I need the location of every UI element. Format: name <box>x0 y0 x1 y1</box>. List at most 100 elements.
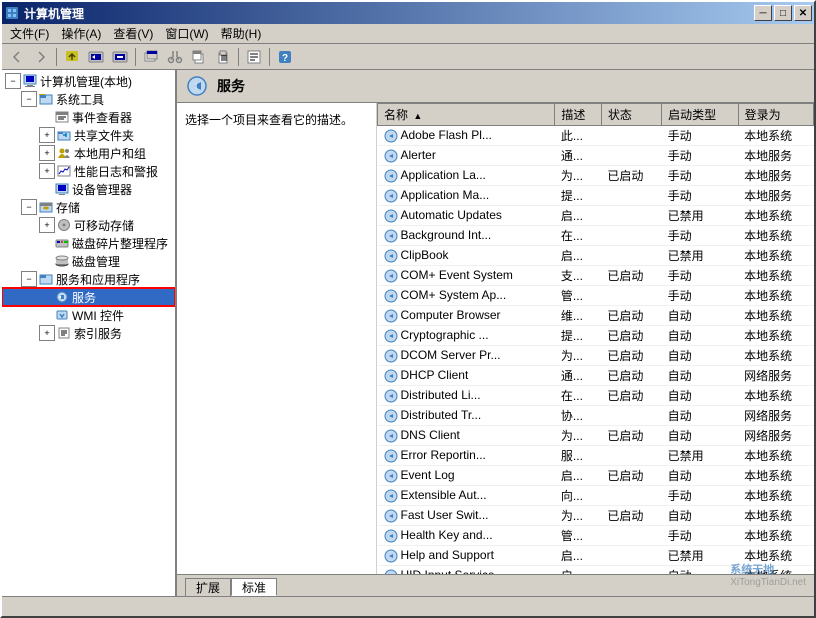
tree-root[interactable]: 计算机管理(本地) <box>2 72 175 90</box>
menu-help[interactable]: 帮助(H) <box>215 23 268 44</box>
menu-view[interactable]: 查看(V) <box>107 23 159 44</box>
copy-button[interactable] <box>188 46 210 68</box>
tree-shared-folders[interactable]: 共享文件夹 <box>2 126 175 144</box>
tree-wmi[interactable]: WMI 控件 <box>2 306 175 324</box>
col-startup[interactable]: 启动类型 <box>662 104 739 126</box>
tree-root-expander[interactable] <box>5 73 21 89</box>
service-logon-cell: 本地服务 <box>738 146 813 166</box>
col-name[interactable]: 名称 ▲ <box>378 104 555 126</box>
table-row[interactable]: Cryptographic ...提...已启动自动本地系统 <box>378 326 814 346</box>
services-apps-expander[interactable] <box>21 271 37 287</box>
table-row[interactable]: Computer Browser维...已启动自动本地系统 <box>378 306 814 326</box>
tree-removable-storage[interactable]: 可移动存储 <box>2 216 175 234</box>
tree-event-viewer[interactable]: 事件查看器 <box>2 108 175 126</box>
title-bar: 计算机管理 ─ □ ✕ <box>2 2 814 24</box>
service-status-cell <box>601 446 661 466</box>
table-row[interactable]: Health Key and...管...手动本地系统 <box>378 526 814 546</box>
tree-services[interactable]: 服务 <box>2 288 175 306</box>
table-row[interactable]: Distributed Li...在...已启动自动本地系统 <box>378 386 814 406</box>
paste-button[interactable] <box>212 46 234 68</box>
service-logon-cell: 网络服务 <box>738 406 813 426</box>
service-icon <box>384 509 398 523</box>
close-button[interactable]: ✕ <box>794 5 812 21</box>
window-title: 计算机管理 <box>24 5 84 22</box>
table-row[interactable]: Application Ma...提...手动本地服务 <box>378 186 814 206</box>
service-icon <box>384 549 398 563</box>
toolbar-sep-4 <box>269 48 270 66</box>
service-startup-cell: 自动 <box>662 406 739 426</box>
services-panel[interactable]: 名称 ▲ 描述 状态 启动类型 <box>377 103 814 574</box>
new-window-button[interactable] <box>140 46 162 68</box>
table-row[interactable]: Extensible Aut...向...手动本地系统 <box>378 486 814 506</box>
window-icon <box>4 5 20 21</box>
service-status-cell: 已启动 <box>601 326 661 346</box>
tree-index-services[interactable]: 索引服务 <box>2 324 175 342</box>
up-button[interactable] <box>61 46 83 68</box>
table-row[interactable]: DHCP Client通...已启动自动网络服务 <box>378 366 814 386</box>
menu-window[interactable]: 窗口(W) <box>159 23 214 44</box>
tab-extended[interactable]: 扩展 <box>185 578 231 596</box>
tree-local-users[interactable]: 本地用户和组 <box>2 144 175 162</box>
shared-folders-expander[interactable] <box>39 127 55 143</box>
table-row[interactable]: Distributed Tr...协...自动网络服务 <box>378 406 814 426</box>
service-startup-cell: 自动 <box>662 566 739 575</box>
menu-action[interactable]: 操作(A) <box>55 23 107 44</box>
service-icon <box>384 389 398 403</box>
system-tools-expander[interactable] <box>21 91 37 107</box>
removable-storage-label: 可移动存储 <box>74 217 134 234</box>
cut-button[interactable] <box>164 46 186 68</box>
tab-standard[interactable]: 标准 <box>231 578 277 596</box>
table-row[interactable]: Adobe Flash Pl...此...手动本地系统 <box>378 126 814 146</box>
forward-button[interactable] <box>30 46 52 68</box>
local-users-expander[interactable] <box>39 145 55 161</box>
table-row[interactable]: COM+ Event System支...已启动手动本地系统 <box>378 266 814 286</box>
minimize-button[interactable]: ─ <box>754 5 772 21</box>
tree-services-apps[interactable]: 服务和应用程序 <box>2 270 175 288</box>
maximize-button[interactable]: □ <box>774 5 792 21</box>
table-row[interactable]: COM+ System Ap...管...手动本地系统 <box>378 286 814 306</box>
tree-storage[interactable]: 存储 <box>2 198 175 216</box>
col-logon[interactable]: 登录为 <box>738 104 813 126</box>
table-row[interactable]: DNS Client为...已启动自动网络服务 <box>378 426 814 446</box>
service-status-cell: 已启动 <box>601 346 661 366</box>
properties-button[interactable] <box>243 46 265 68</box>
help-button[interactable]: ? <box>274 46 296 68</box>
tree-system-tools[interactable]: 系统工具 <box>2 90 175 108</box>
table-row[interactable]: HID Input Service启...自动本地系统 <box>378 566 814 575</box>
show-hide-console-button[interactable] <box>85 46 107 68</box>
perf-logs-expander[interactable] <box>39 163 55 179</box>
table-row[interactable]: Event Log启...已启动自动本地系统 <box>378 466 814 486</box>
service-logon-cell: 本地系统 <box>738 326 813 346</box>
back-button[interactable] <box>6 46 28 68</box>
table-row[interactable]: Application La...为...已启动手动本地服务 <box>378 166 814 186</box>
service-desc-cell: 提... <box>555 326 601 346</box>
col-desc[interactable]: 描述 <box>555 104 601 126</box>
tree-disk-defrag[interactable]: 磁盘碎片整理程序 <box>2 234 175 252</box>
service-desc-cell: 提... <box>555 186 601 206</box>
console-button[interactable] <box>109 46 131 68</box>
service-status-cell <box>601 206 661 226</box>
service-desc-cell: 维... <box>555 306 601 326</box>
tree-disk-management[interactable]: 磁盘管理 <box>2 252 175 270</box>
service-name-cell: Error Reportin... <box>378 446 555 466</box>
service-icon <box>384 529 398 543</box>
service-icon <box>384 409 398 423</box>
table-row[interactable]: Automatic Updates启...已禁用本地系统 <box>378 206 814 226</box>
col-status[interactable]: 状态 <box>601 104 661 126</box>
service-icon <box>384 289 398 303</box>
index-services-expander[interactable] <box>39 325 55 341</box>
disk-defrag-label: 磁盘碎片整理程序 <box>72 235 168 252</box>
tree-device-manager[interactable]: 设备管理器 <box>2 180 175 198</box>
table-row[interactable]: Help and Support启...已禁用本地系统 <box>378 546 814 566</box>
table-row[interactable]: Background Int...在...手动本地系统 <box>378 226 814 246</box>
storage-expander[interactable] <box>21 199 37 215</box>
table-row[interactable]: Fast User Swit...为...已启动自动本地系统 <box>378 506 814 526</box>
removable-storage-expander[interactable] <box>39 217 55 233</box>
table-row[interactable]: Alerter通...手动本地服务 <box>378 146 814 166</box>
tree-perf-logs[interactable]: 性能日志和警报 <box>2 162 175 180</box>
menu-file[interactable]: 文件(F) <box>4 23 55 44</box>
table-row[interactable]: DCOM Server Pr...为...已启动自动本地系统 <box>378 346 814 366</box>
service-name-cell: Application Ma... <box>378 186 555 206</box>
table-row[interactable]: Error Reportin...服...已禁用本地系统 <box>378 446 814 466</box>
table-row[interactable]: ClipBook启...已禁用本地系统 <box>378 246 814 266</box>
